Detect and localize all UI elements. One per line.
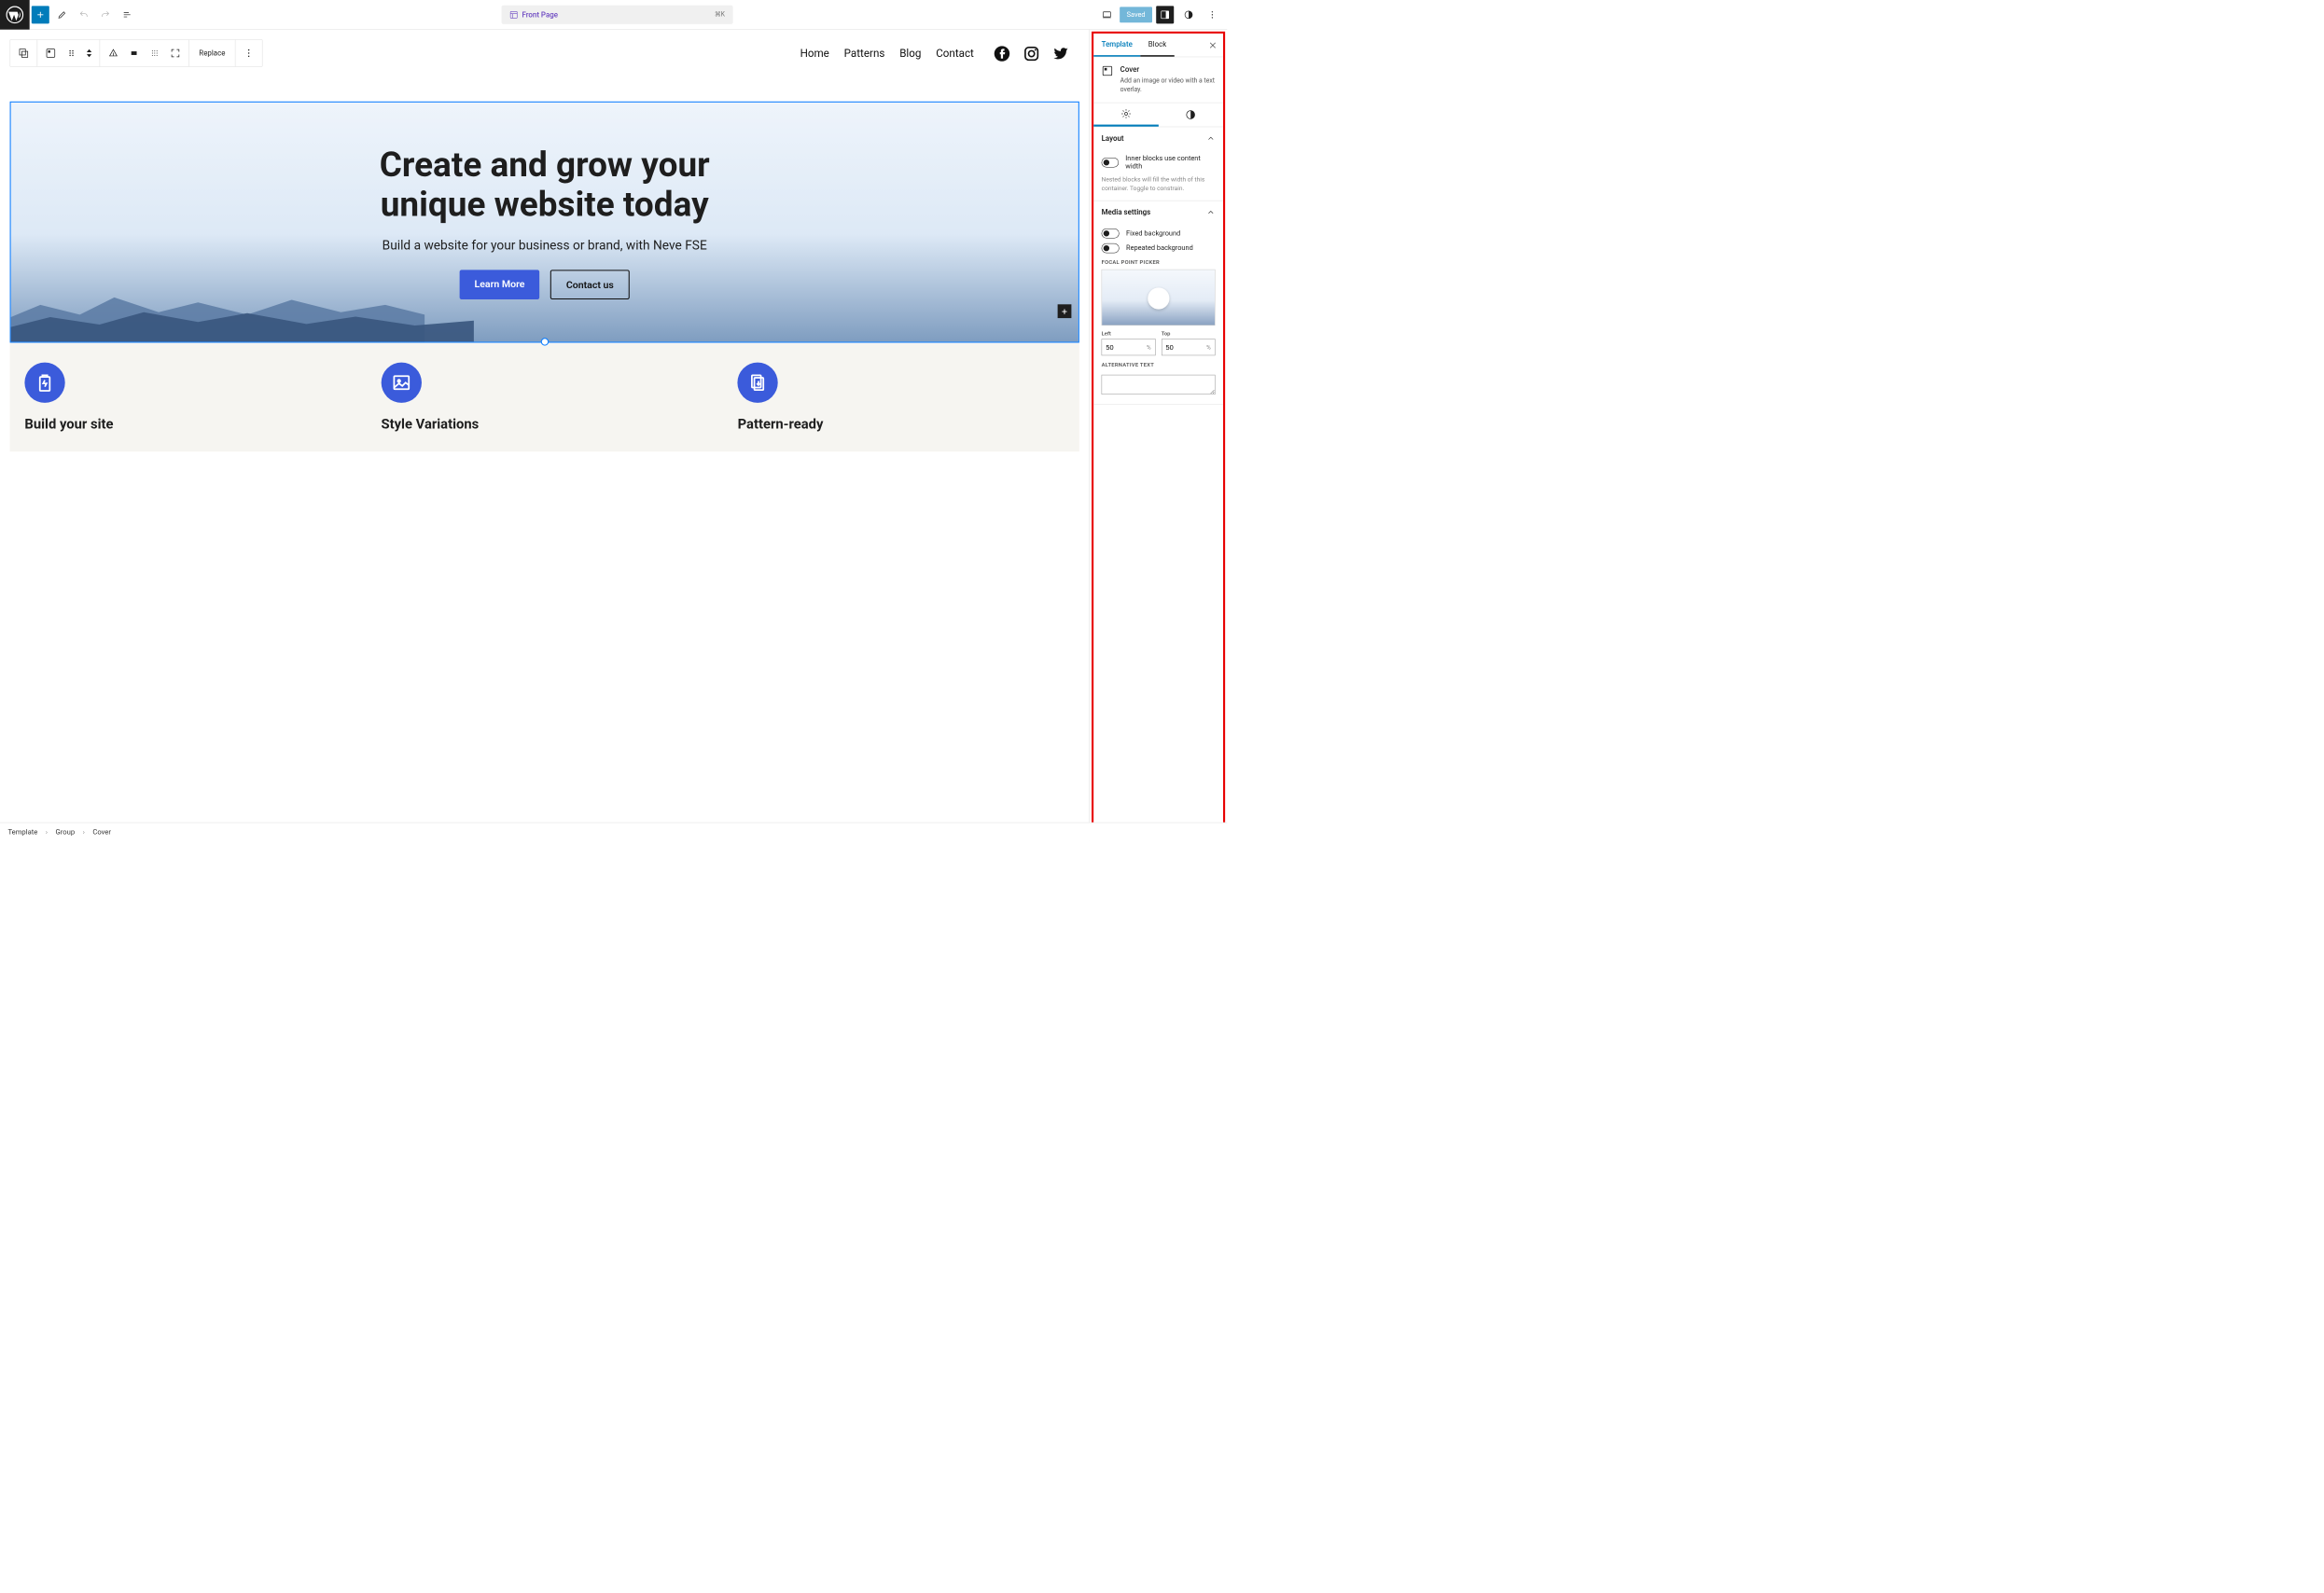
content-position-button[interactable] xyxy=(124,43,145,63)
feature-item[interactable]: Pattern-ready xyxy=(738,363,1065,432)
block-description: Add an image or video with a text overla… xyxy=(1120,76,1216,94)
nav-link-patterns[interactable]: Patterns xyxy=(844,48,885,60)
add-inner-block-button[interactable]: + xyxy=(1058,304,1072,318)
styles-subtab[interactable] xyxy=(1159,104,1223,127)
learn-more-button[interactable]: Learn More xyxy=(460,270,540,299)
page-title: Front Page xyxy=(509,10,558,20)
saved-button[interactable]: Saved xyxy=(1120,7,1152,22)
focal-point-handle[interactable] xyxy=(1148,288,1169,310)
alt-text-input[interactable] xyxy=(1102,375,1216,395)
feature-item[interactable]: Style Variations xyxy=(381,363,707,432)
editor-canvas[interactable]: Replace Home Patterns Blog Contact xyxy=(0,30,1089,841)
list-view-button[interactable] xyxy=(118,6,136,23)
twitter-icon[interactable] xyxy=(1052,46,1069,62)
tab-block[interactable]: Block xyxy=(1140,34,1174,57)
download-icon xyxy=(738,363,778,403)
layout-panel-toggle[interactable]: Layout xyxy=(1093,127,1223,149)
cover-block-icon xyxy=(1102,65,1114,77)
nav-link-blog[interactable]: Blog xyxy=(899,48,921,60)
drag-handle-icon[interactable] xyxy=(61,43,81,63)
battery-icon xyxy=(24,363,64,403)
feature-title: Style Variations xyxy=(381,416,707,432)
editor-top-bar: Front Page ⌘K Saved xyxy=(0,0,1227,30)
cover-resize-handle[interactable] xyxy=(540,338,548,345)
focal-left-input[interactable] xyxy=(1106,343,1147,351)
view-desktop-button[interactable] xyxy=(1098,6,1116,23)
select-parent-button[interactable] xyxy=(13,43,34,63)
settings-sidebar: Template Block Cover Add an image or vid… xyxy=(1089,30,1227,841)
feature-item[interactable]: Build your site xyxy=(24,363,351,432)
wordpress-logo[interactable] xyxy=(0,0,30,29)
cover-heading[interactable]: Create and grow your unique website toda… xyxy=(380,145,710,224)
instagram-icon[interactable] xyxy=(1023,46,1040,62)
cover-subheading[interactable]: Build a website for your business or bra… xyxy=(383,238,707,253)
fullscreen-button[interactable] xyxy=(165,43,186,63)
cover-block[interactable]: Create and grow your unique website toda… xyxy=(10,102,1079,343)
breadcrumb-item[interactable]: Template xyxy=(7,828,37,837)
facebook-icon[interactable] xyxy=(994,46,1010,62)
feature-title: Build your site xyxy=(24,416,351,432)
breadcrumb-item[interactable]: Cover xyxy=(92,828,111,837)
alt-text-label: Alternative text xyxy=(1102,362,1216,368)
focal-point-label: Focal point picker xyxy=(1102,259,1216,266)
inner-blocks-width-toggle[interactable] xyxy=(1102,158,1119,168)
layout-panel: Layout Inner blocks use content width Ne… xyxy=(1093,127,1223,201)
block-info-card: Cover Add an image or video with a text … xyxy=(1093,57,1223,103)
move-block-buttons[interactable] xyxy=(82,43,97,63)
features-section: Build your site Style Variations Pattern… xyxy=(10,342,1079,451)
nav-link-contact[interactable]: Contact xyxy=(936,48,974,60)
focal-top-label: Top xyxy=(1162,330,1216,337)
block-toolbar: Replace xyxy=(10,39,263,67)
chevron-up-icon xyxy=(1206,208,1216,217)
focal-point-picker[interactable] xyxy=(1102,270,1216,326)
block-more-options-button[interactable] xyxy=(239,43,259,63)
height-button[interactable] xyxy=(145,43,165,63)
breadcrumb-item[interactable]: Group xyxy=(56,828,76,837)
align-button[interactable] xyxy=(103,43,123,63)
repeated-background-toggle[interactable] xyxy=(1102,243,1120,254)
fixed-background-toggle[interactable] xyxy=(1102,229,1120,239)
block-title: Cover xyxy=(1120,65,1216,75)
media-settings-panel: Media settings Fixed background Repeated… xyxy=(1093,201,1223,406)
edit-tool-icon[interactable] xyxy=(53,6,71,23)
styles-button[interactable] xyxy=(1180,6,1198,23)
undo-button[interactable] xyxy=(75,6,92,23)
block-type-icon[interactable] xyxy=(40,43,61,63)
redo-button[interactable] xyxy=(96,6,114,23)
feature-title: Pattern-ready xyxy=(738,416,1065,432)
keyboard-shortcut: ⌘K xyxy=(715,11,725,19)
toggle-label: Inner blocks use content width xyxy=(1125,155,1215,171)
chevron-up-icon xyxy=(1206,134,1216,144)
contact-us-button[interactable]: Contact us xyxy=(550,270,630,299)
site-navigation: Home Patterns Blog Contact xyxy=(800,46,1070,62)
close-sidebar-button[interactable] xyxy=(1203,41,1223,50)
nav-link-home[interactable]: Home xyxy=(800,48,829,60)
tab-template[interactable]: Template xyxy=(1093,34,1140,57)
image-icon xyxy=(381,363,421,403)
replace-media-button[interactable]: Replace xyxy=(192,43,232,63)
block-breadcrumb: Template Group Cover xyxy=(0,823,1227,841)
options-menu-button[interactable] xyxy=(1204,6,1221,23)
focal-left-label: Left xyxy=(1102,330,1156,337)
media-panel-toggle[interactable]: Media settings xyxy=(1093,201,1223,224)
mountains-graphic xyxy=(11,283,474,341)
focal-top-input[interactable] xyxy=(1166,343,1207,351)
settings-sidebar-toggle[interactable] xyxy=(1156,6,1174,23)
document-title-bar[interactable]: Front Page ⌘K xyxy=(501,6,732,24)
add-block-button[interactable] xyxy=(32,6,49,23)
toggle-help-text: Nested blocks will fill the width of thi… xyxy=(1102,175,1216,192)
settings-subtab[interactable] xyxy=(1093,104,1158,127)
